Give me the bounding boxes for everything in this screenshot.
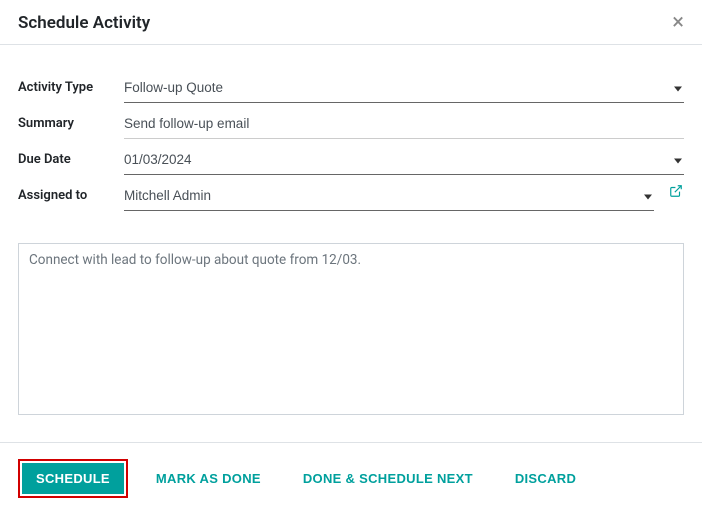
modal-footer: Schedule Mark As Done Done & Schedule Ne…: [0, 442, 702, 514]
row-assigned-to: Assigned to: [18, 183, 684, 213]
assigned-to-select[interactable]: [124, 183, 654, 211]
notes-textarea[interactable]: Connect with lead to follow-up about quo…: [18, 243, 684, 415]
label-activity-type: Activity Type: [18, 75, 114, 95]
close-icon[interactable]: ×: [672, 12, 684, 34]
summary-input[interactable]: [124, 111, 684, 139]
done-schedule-next-button[interactable]: Done & Schedule Next: [289, 463, 487, 494]
schedule-activity-modal: Schedule Activity × Activity Type Summar…: [0, 0, 702, 514]
label-due-date: Due Date: [18, 147, 114, 167]
schedule-button[interactable]: Schedule: [22, 463, 124, 494]
discard-button[interactable]: Discard: [501, 463, 590, 494]
row-summary: Summary: [18, 111, 684, 141]
external-link-icon[interactable]: [668, 183, 684, 199]
label-summary: Summary: [18, 111, 114, 131]
highlight-schedule: Schedule: [18, 459, 128, 498]
modal-title: Schedule Activity: [18, 13, 150, 33]
activity-type-select[interactable]: [124, 75, 684, 103]
modal-header: Schedule Activity ×: [0, 0, 702, 45]
modal-body: Activity Type Summary Due Date Assigned …: [0, 45, 702, 431]
row-due-date: Due Date: [18, 147, 684, 177]
row-activity-type: Activity Type: [18, 75, 684, 105]
due-date-input[interactable]: [124, 147, 684, 175]
label-assigned-to: Assigned to: [18, 183, 114, 203]
mark-as-done-button[interactable]: Mark As Done: [142, 463, 275, 494]
